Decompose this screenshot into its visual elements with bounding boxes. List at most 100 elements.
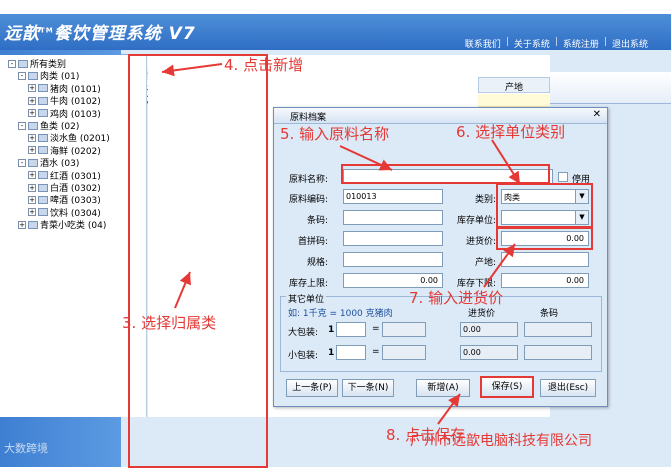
disabled-checkbox[interactable] bbox=[558, 172, 568, 182]
tree-node[interactable]: + 淡水鱼 (0201) bbox=[28, 131, 110, 144]
small-pack-qty: 1 bbox=[328, 348, 335, 358]
small-pack-label: 小包装: bbox=[288, 351, 319, 361]
tree-node-label: 酒水 (03) bbox=[40, 159, 80, 170]
collapse-icon[interactable]: - bbox=[18, 71, 26, 80]
expand-icon[interactable]: + bbox=[28, 208, 36, 217]
tree-node-label: 鸡肉 (0103) bbox=[50, 109, 101, 120]
tree-node[interactable]: + 白酒 (0302) bbox=[28, 181, 101, 194]
tree-node-label: 白酒 (0302) bbox=[50, 184, 101, 194]
tree-node[interactable]: + 鸡肉 (0103) bbox=[28, 107, 101, 120]
expand-icon[interactable]: + bbox=[28, 109, 36, 118]
link-separator: | bbox=[505, 37, 509, 47]
tree-node-label: 肉类 (01) bbox=[40, 72, 80, 83]
big-pack-qty: 1 bbox=[328, 325, 335, 335]
expand-icon[interactable]: + bbox=[28, 133, 36, 142]
expand-icon[interactable]: + bbox=[28, 195, 36, 204]
company-name: 广州市远歆电脑科技有限公司 bbox=[410, 433, 592, 449]
expand-icon[interactable]: + bbox=[28, 84, 36, 93]
col-barcode-header: 条码 bbox=[540, 309, 559, 319]
top-link[interactable]: 系统注册 bbox=[558, 37, 604, 50]
prev-record-button[interactable]: 上一条(P) bbox=[286, 379, 338, 397]
expand-icon[interactable]: + bbox=[28, 146, 36, 155]
folder-icon bbox=[38, 146, 48, 155]
dialog-title: 原料档案 bbox=[290, 113, 327, 123]
watermark: 大数跨境 bbox=[4, 442, 48, 455]
exit-button[interactable]: 退出(Esc) bbox=[540, 379, 596, 397]
app-title: 远歆TM餐饮管理系统 V7 bbox=[4, 24, 196, 44]
tree-node-label: 淡水鱼 (0201) bbox=[50, 134, 110, 145]
top-link[interactable]: 关于系统 bbox=[509, 37, 555, 50]
close-icon[interactable]: ✕ bbox=[593, 109, 601, 120]
grid-header-origin: 产地 bbox=[478, 77, 550, 93]
stock-upper-input[interactable]: 0.00 bbox=[343, 273, 443, 288]
add-button[interactable]: 新增(A) bbox=[416, 379, 470, 397]
tree-node[interactable]: + 海鲜 (0202) bbox=[28, 144, 101, 157]
folder-icon bbox=[38, 96, 48, 105]
barcode-label: 条码: bbox=[306, 216, 328, 226]
tree-node[interactable]: - 所有类别 bbox=[8, 57, 66, 70]
top-link[interactable]: 退出系统 bbox=[607, 37, 653, 50]
other-units-hint: 如: 1千克 = 1000 克猪肉 bbox=[288, 309, 393, 319]
tree-node-label: 鱼类 (02) bbox=[40, 122, 80, 132]
annotation-step6: 6. 选择单位类别 bbox=[456, 123, 566, 141]
link-separator: | bbox=[603, 37, 607, 47]
expand-icon[interactable]: + bbox=[28, 171, 36, 180]
grid-row[interactable] bbox=[478, 94, 550, 107]
save-button[interactable]: 保存(S) bbox=[480, 376, 534, 398]
folder-icon bbox=[38, 183, 48, 192]
stock-lower-input[interactable]: 0.00 bbox=[501, 273, 589, 288]
next-record-button[interactable]: 下一条(N) bbox=[342, 379, 394, 397]
folder-icon bbox=[18, 59, 28, 68]
tree-highlight-box bbox=[128, 54, 268, 468]
folder-icon bbox=[38, 208, 48, 217]
top-link[interactable]: 联系我们 bbox=[460, 37, 506, 50]
folder-icon bbox=[38, 84, 48, 93]
origin-input[interactable] bbox=[501, 252, 589, 267]
tree-node[interactable]: - 酒水 (03) bbox=[18, 156, 79, 169]
origin-label: 产地: bbox=[474, 258, 496, 268]
small-pack-price-input[interactable]: 0.00 bbox=[460, 345, 518, 360]
price-highlight-box bbox=[496, 226, 593, 250]
tree-node-label: 牛肉 (0102) bbox=[50, 97, 101, 108]
material-code-input[interactable]: 010013 bbox=[343, 189, 443, 204]
big-pack-unit-input[interactable] bbox=[336, 322, 366, 337]
tree-node[interactable]: + 啤酒 (0303) bbox=[28, 193, 101, 206]
big-pack-barcode-input[interactable] bbox=[524, 322, 592, 337]
category-label: 类别: bbox=[474, 195, 496, 205]
tree-node[interactable]: - 肉类 (01) bbox=[18, 69, 79, 82]
big-pack-price-input[interactable]: 0.00 bbox=[460, 322, 518, 337]
collapse-icon[interactable]: - bbox=[18, 121, 26, 130]
collapse-icon[interactable]: - bbox=[18, 158, 26, 167]
spec-label: 规格: bbox=[306, 258, 328, 268]
spec-input[interactable] bbox=[343, 252, 443, 267]
pinyin-input[interactable] bbox=[343, 231, 443, 246]
price-label: 进货价: bbox=[465, 237, 496, 247]
folder-icon bbox=[38, 171, 48, 180]
tree-node[interactable]: - 鱼类 (02) bbox=[18, 119, 79, 132]
equals-sign: = bbox=[372, 347, 380, 357]
other-units-legend: 其它单位 bbox=[286, 292, 327, 305]
collapse-icon[interactable]: - bbox=[8, 59, 16, 68]
name-highlight-box bbox=[341, 164, 550, 184]
code-label: 原料编码: bbox=[288, 195, 328, 205]
tree-node[interactable]: + 饮料 (0304) bbox=[28, 206, 101, 219]
tree-node[interactable]: + 红酒 (0301) bbox=[28, 169, 101, 182]
annotation-step3: 3. 选择归属类 bbox=[122, 314, 217, 332]
small-pack-amount-input[interactable] bbox=[382, 345, 426, 360]
top-strip bbox=[0, 0, 671, 14]
big-pack-amount-input[interactable] bbox=[382, 322, 426, 337]
barcode-input[interactable] bbox=[343, 210, 443, 225]
tree-node[interactable]: + 青菜小吃类 (04) bbox=[18, 218, 106, 231]
small-pack-barcode-input[interactable] bbox=[524, 345, 592, 360]
expand-icon[interactable]: + bbox=[28, 183, 36, 192]
expand-icon[interactable]: + bbox=[28, 96, 36, 105]
tree-node[interactable]: + 牛肉 (0102) bbox=[28, 94, 101, 107]
unit-label: 库存单位: bbox=[456, 216, 496, 226]
folder-icon bbox=[28, 220, 38, 229]
app-window: 远歆TM餐饮管理系统 V7 联系我们|关于系统|系统注册|退出系统 ▭我的桌面▦… bbox=[0, 0, 671, 468]
expand-icon[interactable]: + bbox=[18, 220, 26, 229]
tree-node[interactable]: + 猪肉 (0101) bbox=[28, 82, 101, 95]
unit-highlight-box bbox=[496, 183, 593, 229]
small-pack-unit-input[interactable] bbox=[336, 345, 366, 360]
name-label: 原料名称: bbox=[288, 175, 328, 185]
